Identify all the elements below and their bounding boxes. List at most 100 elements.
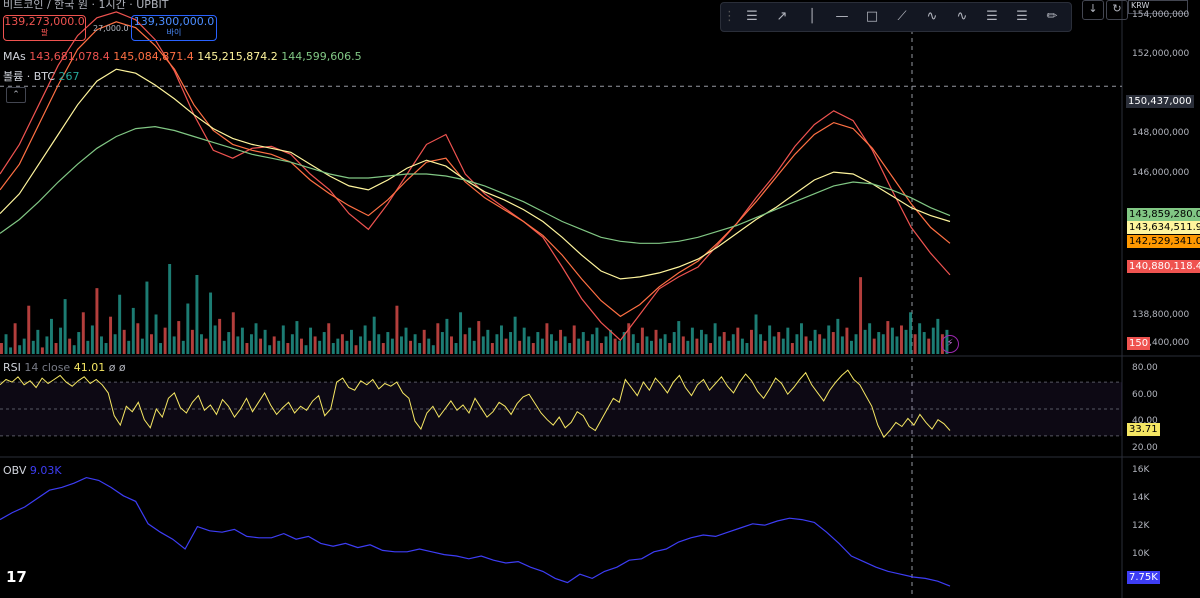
volume-bar [881, 334, 885, 354]
volume-bar [286, 343, 290, 354]
volume-bar [431, 345, 435, 354]
volume-bar [59, 327, 63, 354]
volume-bar [190, 329, 194, 354]
volume-bar [850, 340, 853, 354]
ma-legend-label: MAs [3, 50, 26, 63]
volume-bar [695, 338, 699, 354]
volume-bar [840, 336, 844, 354]
volume-bar [595, 327, 599, 354]
lightning-icon[interactable]: ⚡ [941, 335, 959, 353]
volume-bar [350, 329, 353, 354]
volume-bar [727, 340, 731, 354]
horizontal-lines-icon[interactable]: ☰ [741, 6, 763, 28]
volume-bar [463, 334, 467, 354]
volume-bar [890, 327, 894, 354]
line-tool-icon[interactable]: ⟋ [891, 6, 913, 28]
rsi-legend-params: 14 close [24, 361, 71, 374]
buy-button[interactable]: 139,300,000.0 바이 [131, 15, 217, 41]
parallel-channel-icon[interactable]: ☰ [981, 6, 1003, 28]
volume-bar [400, 336, 403, 354]
regression-icon[interactable]: ☰ [1011, 6, 1033, 28]
spread-value: 27,000.0 [93, 24, 129, 33]
rectangle-icon[interactable]: □ [861, 6, 883, 28]
volume-bar [872, 338, 876, 354]
volume-bar [277, 340, 281, 354]
ma-legend-v3: 145,215,874.2 [197, 50, 278, 63]
volume-bar [750, 329, 753, 354]
volume-bar [650, 340, 653, 354]
volume-bar [445, 318, 449, 354]
volume-bar [754, 314, 758, 354]
volume-bar [159, 343, 163, 354]
volume-bar [859, 277, 863, 354]
vertical-line-icon[interactable]: │ [801, 6, 823, 28]
collapse-chevron-icon[interactable]: ⌃ [6, 87, 26, 103]
volume-bar [490, 343, 494, 354]
drag-handle-icon[interactable]: ⋮ [723, 6, 736, 28]
volume-bar [109, 316, 113, 354]
volume-bar [95, 288, 99, 354]
volume-bar [468, 327, 472, 354]
volume-bar [577, 338, 581, 354]
volume-bar [227, 332, 231, 354]
sell-button[interactable]: 139,273,000.0 팔 [3, 15, 86, 41]
obv-axis-label: 16K [1132, 464, 1150, 475]
rsi-axis-label: 20.00 [1132, 443, 1158, 454]
volume-bar [936, 318, 940, 354]
abc-pattern-icon[interactable]: ∿ [951, 6, 973, 28]
volume-bar [568, 343, 572, 354]
price-axis-label: 154,000,000 [1132, 9, 1190, 20]
volume-bar [104, 343, 108, 354]
volume-bar [27, 305, 31, 354]
volume-bar [281, 325, 285, 354]
obv-line [0, 476, 951, 587]
volume-bar [422, 329, 426, 354]
volume-bar [177, 321, 181, 354]
rsi-legend: RSI 14 close 41.01 ø ø [3, 361, 126, 374]
wave-pattern-icon[interactable]: ∿ [921, 6, 943, 28]
volume-bar [550, 334, 553, 354]
volume-bar [740, 338, 744, 354]
scroll-down-icon[interactable]: ↓ [1082, 0, 1104, 20]
volume-bar [440, 332, 444, 354]
volume-bar [504, 338, 508, 354]
volume-bar [77, 332, 81, 354]
volume-bar [418, 343, 422, 354]
volume-bar [381, 343, 385, 354]
volume-bar [222, 340, 226, 354]
volume-bar [681, 336, 685, 354]
volume-bar [713, 323, 717, 354]
volume-bar [377, 334, 381, 354]
brush-icon[interactable]: ✏ [1041, 6, 1063, 28]
volume-bar [318, 340, 322, 354]
volume-bar [531, 343, 535, 354]
ma-line-2 [0, 21, 951, 318]
volume-bar [154, 314, 158, 354]
volume-bar [140, 338, 144, 354]
volume-bar [195, 274, 199, 354]
volume-bar [759, 334, 763, 354]
volume-bar [4, 334, 8, 354]
trend-line-icon[interactable]: ↗ [771, 6, 793, 28]
volume-bar [209, 292, 213, 354]
volume-bar [659, 338, 663, 354]
volume-bar [31, 340, 35, 354]
chart-canvas[interactable] [0, 0, 1200, 598]
volume-bar [927, 338, 931, 354]
volume-bar [722, 332, 726, 354]
volume-bar [68, 338, 72, 354]
volume-bar [86, 340, 90, 354]
volume-bar [454, 343, 458, 354]
rsi-legend-value: 41.01 [73, 361, 106, 374]
volume-bar [822, 338, 826, 354]
refresh-icon[interactable]: ↻ [1106, 0, 1128, 20]
volume-bar [559, 329, 563, 354]
ma-legend-v2: 145,084,871.4 [113, 50, 194, 63]
volume-bar [13, 323, 17, 354]
volume-bar [863, 329, 867, 354]
volume-bar [272, 336, 276, 354]
rsi-tag: 33.71 [1127, 423, 1160, 436]
volume-bar [527, 336, 531, 354]
horizontal-ray-icon[interactable]: — [831, 6, 853, 28]
volume-bar [122, 329, 126, 354]
